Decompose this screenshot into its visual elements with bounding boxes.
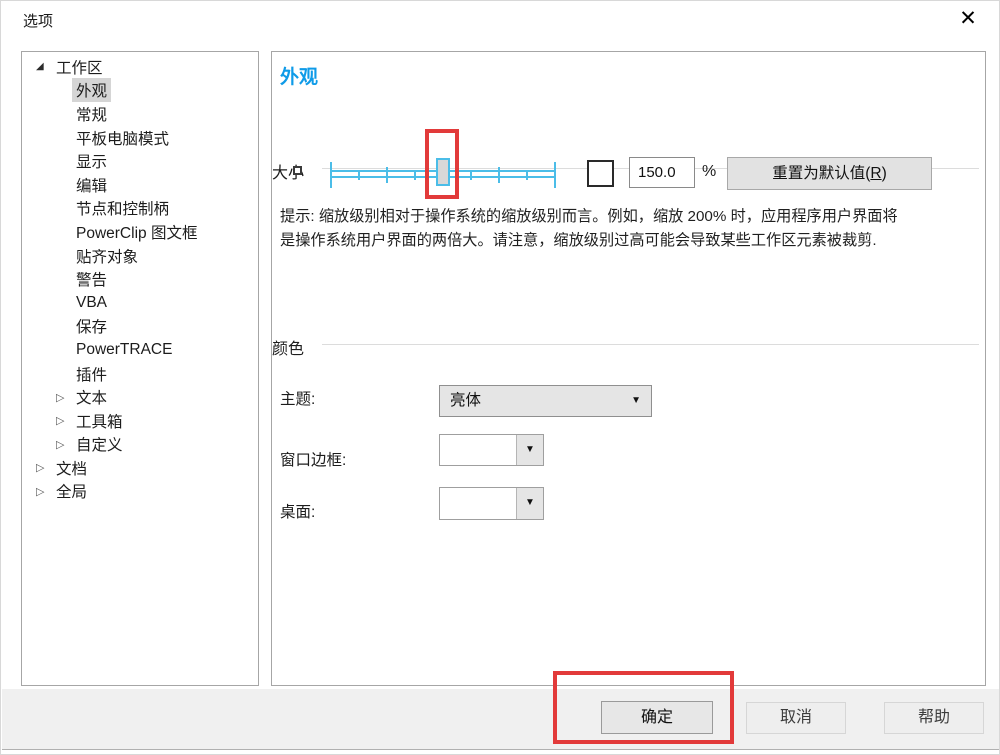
tree-item[interactable]: VBA xyxy=(22,291,258,315)
tree-item-label[interactable]: 插件 xyxy=(72,362,111,386)
desktop-color-dropdown[interactable]: ▼ xyxy=(439,487,544,520)
tree-item[interactable]: 贴齐对象 xyxy=(22,244,258,268)
dialog-footer xyxy=(2,689,1000,750)
tree-item[interactable]: 外观 xyxy=(22,79,258,103)
tree-item[interactable]: 插件 xyxy=(22,362,258,386)
tree-item-label[interactable]: 工具箱 xyxy=(72,409,127,433)
appearance-settings-panel: 外观 大小 % 重置为默认值(R) 提示: 缩放级别相对于操作系统的缩放级别而言… xyxy=(271,51,986,686)
small-size-icon xyxy=(293,166,302,175)
tree-item-label[interactable]: 文档 xyxy=(52,456,91,480)
tree-collapsed-icon[interactable]: ▷ xyxy=(56,438,72,451)
tree-item[interactable]: ▷文档 xyxy=(22,456,258,480)
scale-slider-thumb[interactable] xyxy=(436,158,450,186)
tree-item-label[interactable]: 工作区 xyxy=(52,55,107,79)
tree-item-label[interactable]: 自定义 xyxy=(72,432,127,456)
options-tree: ◢工作区外观常规平板电脑模式显示编辑节点和控制柄PowerClip 图文框贴齐对… xyxy=(22,55,258,503)
ok-button[interactable]: 确定 xyxy=(601,701,713,734)
percent-unit-label: % xyxy=(702,163,716,181)
reset-label-prefix: 重置为默认值( xyxy=(772,165,870,182)
scale-tip-line-2: 是操作系统用户界面的两倍大。请注意，缩放级别过高可能会导致某些工作区元素被裁剪. xyxy=(280,228,877,250)
tree-item-label[interactable]: 编辑 xyxy=(72,173,111,197)
theme-selected-value: 亮体 xyxy=(450,392,481,409)
tree-item-label[interactable]: PowerClip 图文框 xyxy=(72,220,201,244)
tree-item[interactable]: ▷文本 xyxy=(22,385,258,409)
tree-item[interactable]: ▷全局 xyxy=(22,480,258,504)
tree-item-label[interactable]: 常规 xyxy=(72,102,111,126)
reset-label-accesskey: R xyxy=(870,165,881,182)
chevron-down-icon[interactable]: ▼ xyxy=(516,488,543,519)
help-button[interactable]: 帮助 xyxy=(884,702,984,734)
tree-item-label[interactable]: 文本 xyxy=(72,385,111,409)
tree-collapsed-icon[interactable]: ▷ xyxy=(36,461,52,474)
tree-item-label[interactable]: VBA xyxy=(72,293,111,313)
tree-item[interactable]: 警告 xyxy=(22,267,258,291)
tree-item-label[interactable]: PowerTRACE xyxy=(72,340,176,360)
tree-item-label[interactable]: 节点和控制柄 xyxy=(72,196,173,220)
tree-item-label[interactable]: 贴齐对象 xyxy=(72,244,142,268)
large-size-icon xyxy=(587,160,614,187)
tree-item[interactable]: 保存 xyxy=(22,315,258,339)
tree-item[interactable]: PowerTRACE xyxy=(22,338,258,362)
window-title: 选项 xyxy=(23,10,53,31)
theme-dropdown[interactable]: 亮体 ▼ xyxy=(439,385,652,417)
scale-value-input[interactable] xyxy=(629,157,695,188)
desktop-color-swatch xyxy=(440,488,516,519)
tree-item-label[interactable]: 全局 xyxy=(52,479,91,503)
options-dialog: 选项 ✕ ◢工作区外观常规平板电脑模式显示编辑节点和控制柄PowerClip 图… xyxy=(0,0,1000,755)
tree-item[interactable]: ▷自定义 xyxy=(22,433,258,457)
window-border-color-dropdown[interactable]: ▼ xyxy=(439,434,544,466)
tree-item[interactable]: 平板电脑模式 xyxy=(22,126,258,150)
chevron-down-icon: ▼ xyxy=(631,386,641,416)
color-section-divider xyxy=(322,344,979,345)
tree-item[interactable]: PowerClip 图文框 xyxy=(22,220,258,244)
tree-item-label[interactable]: 平板电脑模式 xyxy=(72,126,173,150)
reset-default-button[interactable]: 重置为默认值(R) xyxy=(727,157,932,190)
tree-item[interactable]: ◢工作区 xyxy=(22,55,258,79)
tree-collapsed-icon[interactable]: ▷ xyxy=(36,485,52,498)
tree-item-label[interactable]: 保存 xyxy=(72,314,111,338)
tree-item[interactable]: 显示 xyxy=(22,149,258,173)
tree-collapsed-icon[interactable]: ▷ xyxy=(56,391,72,404)
tree-expanded-icon[interactable]: ◢ xyxy=(36,61,52,72)
tree-collapsed-icon[interactable]: ▷ xyxy=(56,414,72,427)
cancel-button[interactable]: 取消 xyxy=(746,702,846,734)
tree-item[interactable]: 节点和控制柄 xyxy=(22,197,258,221)
tree-item-label[interactable]: 外观 xyxy=(72,78,111,102)
tree-item[interactable]: 编辑 xyxy=(22,173,258,197)
color-section-title: 颜色 xyxy=(272,335,304,359)
tree-item-label[interactable]: 警告 xyxy=(72,267,111,291)
window-border-color-swatch xyxy=(440,435,516,465)
chevron-down-icon[interactable]: ▼ xyxy=(516,435,543,465)
theme-label: 主题: xyxy=(280,387,315,409)
desktop-label: 桌面: xyxy=(280,500,315,522)
window-border-label: 窗口边框: xyxy=(280,448,346,470)
page-title: 外观 xyxy=(280,62,318,89)
scale-tip-line-1: 提示: 缩放级别相对于操作系统的缩放级别而言。例如，缩放 200% 时，应用程序… xyxy=(280,204,898,226)
tree-item[interactable]: ▷工具箱 xyxy=(22,409,258,433)
close-icon[interactable]: ✕ xyxy=(951,4,985,34)
category-tree-panel: ◢工作区外观常规平板电脑模式显示编辑节点和控制柄PowerClip 图文框贴齐对… xyxy=(21,51,259,686)
tree-item[interactable]: 常规 xyxy=(22,102,258,126)
tree-item-label[interactable]: 显示 xyxy=(72,149,111,173)
reset-label-suffix: ) xyxy=(882,165,887,182)
